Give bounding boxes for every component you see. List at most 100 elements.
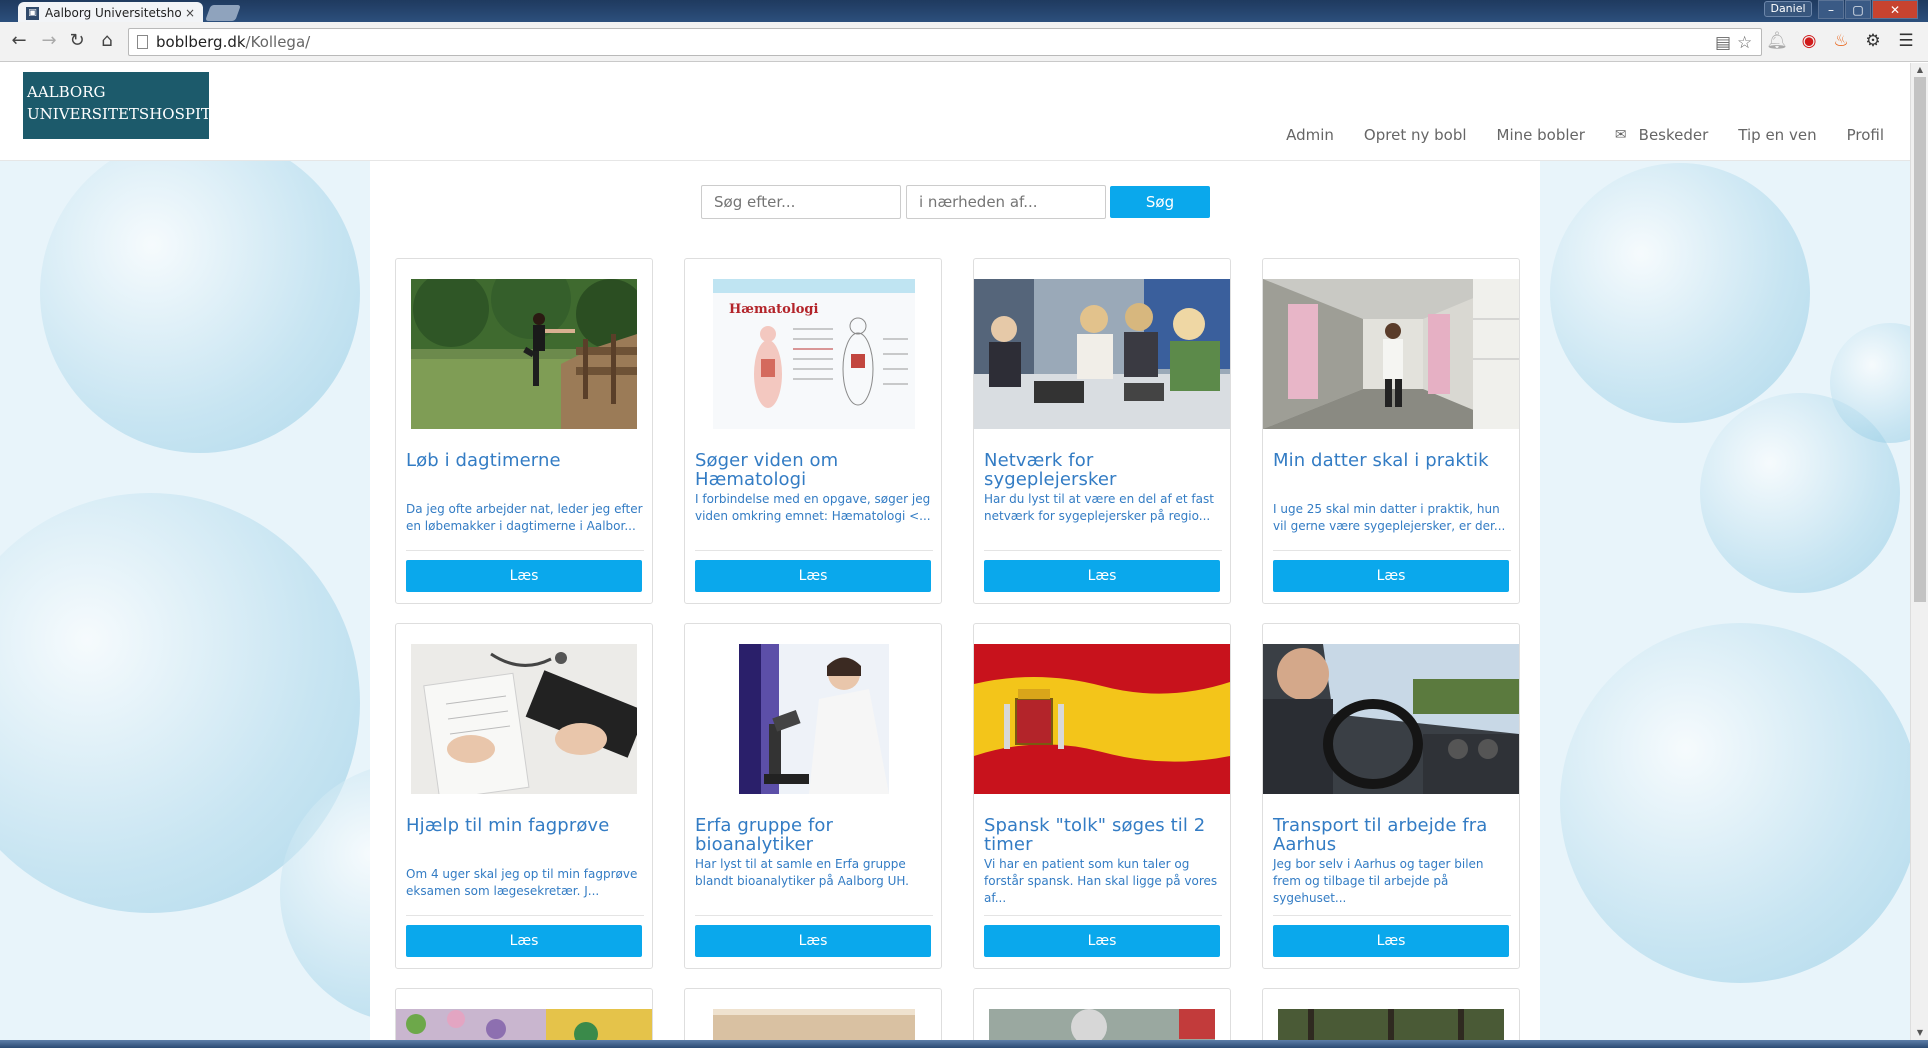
star-icon[interactable]: ☆ (1737, 33, 1752, 53)
card-image-forest (1278, 1009, 1504, 1040)
card-description: Har lyst til at samle en Erfa gruppe bla… (695, 857, 909, 888)
bobl-card[interactable]: Løb i dagtimerne Da jeg ofte arbejder na… (395, 258, 653, 604)
nav-mine-bobler[interactable]: Mine bobler (1497, 126, 1585, 144)
card-title[interactable]: Hjælp til min fagprøve (406, 816, 644, 835)
card-description: Jeg bor selv i Aarhus og tager bilen fre… (1273, 857, 1484, 905)
bubble-decoration (1560, 623, 1910, 983)
bobl-card[interactable]: Erfa gruppe for bioanalytiker Har lyst t… (684, 623, 942, 969)
card-divider (984, 550, 1222, 551)
nav-profil[interactable]: Profil (1847, 126, 1884, 144)
card-description: Vi har en patient som kun taler og forst… (984, 857, 1218, 905)
bobl-card[interactable]: Netværk for sygeplejersker Har du lyst t… (973, 258, 1231, 604)
page-scrollbar[interactable]: ▲ ▼ (1910, 63, 1928, 1040)
read-button[interactable]: Læs (406, 560, 642, 592)
url-domain: boblberg.dk (156, 33, 246, 51)
search-button[interactable]: Søg (1110, 186, 1210, 218)
nav-beskeder-label: Beskeder (1638, 126, 1709, 144)
back-icon[interactable]: ← (8, 30, 30, 52)
search-location-input[interactable] (906, 185, 1106, 219)
bubble-decoration (1550, 163, 1810, 423)
scroll-up-arrow-icon[interactable]: ▲ (1911, 63, 1928, 77)
address-bar[interactable]: boblberg.dk/Kollega/ ▤ ☆ (128, 28, 1762, 56)
logo-line2: UNIVERSITETSHOSPITAL (27, 105, 231, 123)
card-image-keyboard-writing (411, 644, 637, 794)
site-favicon-icon: ▣ (26, 6, 39, 20)
nav-beskeder[interactable]: ✉ Beskeder (1615, 126, 1708, 144)
main-nav: Admin Opret ny bobl Mine bobler ✉ Besked… (1286, 126, 1910, 144)
new-tab-button[interactable] (205, 5, 241, 21)
tab-title: Aalborg Universitetshospi (45, 6, 181, 20)
card-image-hospital-corridor (1263, 279, 1519, 429)
scroll-down-arrow-icon[interactable]: ▼ (1911, 1026, 1928, 1040)
bobl-card[interactable] (1262, 988, 1520, 1040)
card-image-running (411, 279, 637, 429)
card-title[interactable]: Søger viden om Hæmatologi (695, 451, 933, 489)
nav-admin[interactable]: Admin (1286, 126, 1334, 144)
card-title[interactable]: Netværk for sygeplejersker (984, 451, 1222, 489)
nav-opret-ny-bobl[interactable]: Opret ny bobl (1364, 126, 1467, 144)
card-title[interactable]: Erfa gruppe for bioanalytiker (695, 816, 933, 854)
card-title[interactable]: Min datter skal i praktik (1273, 451, 1511, 470)
bell-icon[interactable]: 🔔︎ (1766, 30, 1788, 52)
url-path: /Kollega/ (245, 33, 311, 51)
profile-user-button[interactable]: Daniel (1764, 1, 1812, 17)
reader-icon[interactable]: ▤ (1715, 33, 1731, 53)
tab-close-icon[interactable]: × (185, 6, 195, 20)
bubble-decoration (40, 133, 360, 453)
bobl-card[interactable]: Transport til arbejde fra Aarhus Jeg bor… (1262, 623, 1520, 969)
site-header: AALBORG UNIVERSITETSHOSPITAL Admin Opret… (0, 63, 1910, 161)
envelope-icon: ✉ (1614, 127, 1627, 143)
card-description: Har du lyst til at være en del af et fas… (984, 492, 1214, 523)
read-button[interactable]: Læs (1273, 925, 1509, 957)
bobl-card[interactable] (395, 988, 653, 1040)
bobl-card[interactable] (973, 988, 1231, 1040)
scroll-thumb[interactable] (1914, 77, 1926, 602)
bobl-card[interactable]: Min datter skal i praktik I uge 25 skal … (1262, 258, 1520, 604)
forward-icon[interactable]: → (38, 30, 60, 52)
search-query-input[interactable] (701, 185, 901, 219)
read-button[interactable]: Læs (984, 925, 1220, 957)
bobl-card[interactable]: Hæmatologi Søger viden om Hæmatologi I f… (684, 258, 942, 604)
content-area: Søg efter... i nærheden af... Søg Løb i … (370, 161, 1540, 1040)
gear-icon[interactable]: ⚙ (1862, 30, 1884, 52)
browser-titlebar: ▣ Aalborg Universitetshospi × Daniel – ▢… (0, 0, 1928, 24)
read-button[interactable]: Læs (695, 925, 931, 957)
read-button[interactable]: Læs (984, 560, 1220, 592)
card-divider (406, 915, 644, 916)
home-icon[interactable]: ⌂ (96, 30, 118, 52)
reload-icon[interactable]: ↻ (66, 30, 88, 52)
hospital-logo[interactable]: AALBORG UNIVERSITETSHOSPITAL (23, 72, 231, 139)
menu-icon[interactable]: ☰ (1895, 30, 1917, 52)
bobl-card[interactable] (684, 988, 942, 1040)
card-title[interactable]: Løb i dagtimerne (406, 451, 644, 470)
card-description: Da jeg ofte arbejder nat, leder jeg efte… (406, 502, 643, 533)
bobl-card[interactable]: Spansk "tolk" søges til 2 timer Vi har e… (973, 623, 1231, 969)
window-maximize-button[interactable]: ▢ (1845, 0, 1871, 19)
card-image-spain-flag (974, 644, 1230, 794)
read-button[interactable]: Læs (695, 560, 931, 592)
browser-tab-active[interactable]: ▣ Aalborg Universitetshospi × (18, 2, 203, 24)
card-image-pattern (396, 1009, 652, 1040)
fire-icon[interactable]: ♨ (1830, 30, 1852, 52)
card-divider (695, 550, 933, 551)
card-image-network (974, 279, 1230, 429)
opera-icon[interactable]: ◉ (1798, 30, 1820, 52)
card-image-room (713, 1009, 915, 1040)
card-title[interactable]: Transport til arbejde fra Aarhus (1273, 816, 1511, 854)
card-divider (1273, 550, 1511, 551)
card-divider (984, 915, 1222, 916)
bobl-card[interactable]: Hjælp til min fagprøve Om 4 uger skal je… (395, 623, 653, 969)
card-divider (1273, 915, 1511, 916)
page-icon (137, 35, 148, 49)
card-divider (406, 550, 644, 551)
read-button[interactable]: Læs (1273, 560, 1509, 592)
window-minimize-button[interactable]: – (1818, 0, 1844, 19)
card-description: Om 4 uger skal jeg op til min fagprøve e… (406, 867, 638, 898)
nav-tip-en-ven[interactable]: Tip en ven (1738, 126, 1816, 144)
card-image-haematology: Hæmatologi (713, 279, 915, 429)
browser-toolbar: ← → ↻ ⌂ boblberg.dk/Kollega/ ▤ ☆ 🔔︎ ◉ ♨ … (0, 22, 1928, 62)
read-button[interactable]: Læs (406, 925, 642, 957)
window-close-button[interactable]: ✕ (1872, 0, 1918, 19)
card-divider (695, 915, 933, 916)
card-title[interactable]: Spansk "tolk" søges til 2 timer (984, 816, 1222, 854)
